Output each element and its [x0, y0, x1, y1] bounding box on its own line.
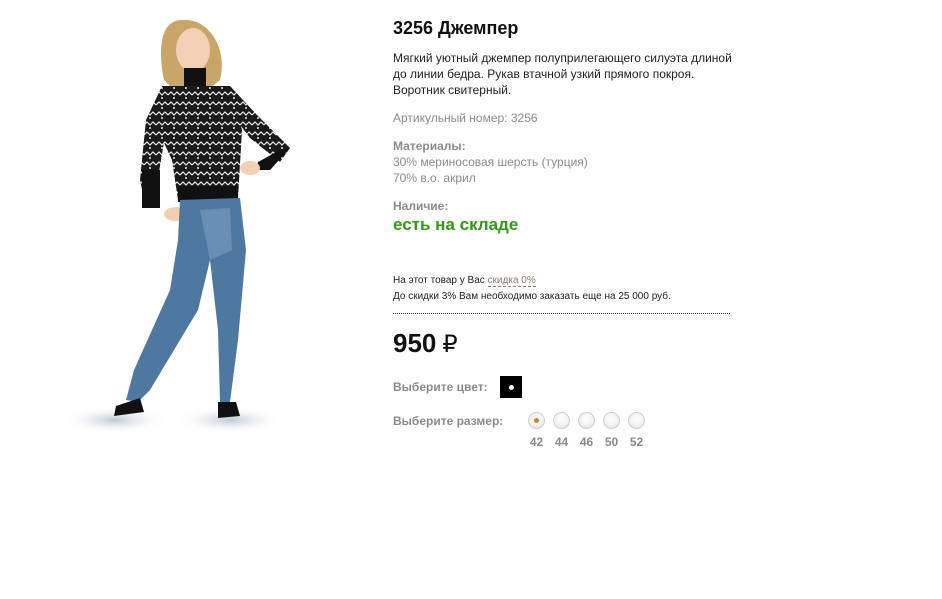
size-value: 44: [554, 435, 569, 449]
discount-info: На этот товар у Вас скидка 0% До скидки …: [393, 273, 730, 305]
size-option-50[interactable]: 50: [599, 412, 624, 449]
size-radio[interactable]: [553, 412, 570, 429]
size-value: 42: [529, 435, 544, 449]
materials-label: Материалы:: [393, 139, 466, 153]
size-label: Выберите размер:: [393, 414, 504, 428]
price: 950 ₽: [393, 326, 458, 362]
materials-block: Материалы: 30% мериносовая шерсть (турци…: [393, 138, 733, 186]
discount-prefix: На этот товар у Вас: [393, 275, 485, 286]
discount-line: На этот товар у Вас скидка 0%: [393, 273, 730, 289]
product-photo: [60, 19, 290, 434]
availability-label: Наличие:: [393, 199, 449, 213]
discount-link[interactable]: скидка 0%: [487, 275, 536, 287]
discount-threshold: До скидки 3% Вам необходимо заказать еще…: [393, 291, 671, 302]
size-option-44[interactable]: 44: [549, 412, 574, 449]
size-value: 46: [579, 435, 594, 449]
article-number: Артикульный номер: 3256: [393, 111, 538, 125]
size-option-46[interactable]: 46: [574, 412, 599, 449]
size-radio[interactable]: [528, 412, 545, 429]
color-swatch-black[interactable]: [499, 376, 522, 398]
product-title: 3256 Джемпер: [393, 18, 519, 38]
ruble-icon: ₽: [442, 331, 458, 358]
divider: [393, 313, 730, 314]
size-radio[interactable]: [603, 412, 620, 429]
color-selector: Выберите цвет:: [393, 376, 522, 398]
availability-status: есть на складе: [393, 215, 519, 234]
material-line: 70% в.о. акрил: [393, 171, 476, 185]
price-value: 950: [393, 328, 437, 358]
size-value: 52: [629, 435, 644, 449]
size-option-42[interactable]: 42: [524, 412, 549, 449]
size-value: 50: [604, 435, 619, 449]
product-description: Мягкий уютный джемпер полуприлегающего с…: [393, 51, 732, 97]
color-label: Выберите цвет:: [393, 380, 488, 394]
size-radio[interactable]: [628, 412, 645, 429]
product-info: 3256 Джемпер Мягкий уютный джемпер полуп…: [393, 16, 733, 236]
material-line: 30% мериносовая шерсть (турция): [393, 155, 588, 169]
size-option-52[interactable]: 52: [624, 412, 649, 449]
size-radio[interactable]: [578, 412, 595, 429]
size-options: 42 44 46 50 52: [524, 412, 649, 449]
